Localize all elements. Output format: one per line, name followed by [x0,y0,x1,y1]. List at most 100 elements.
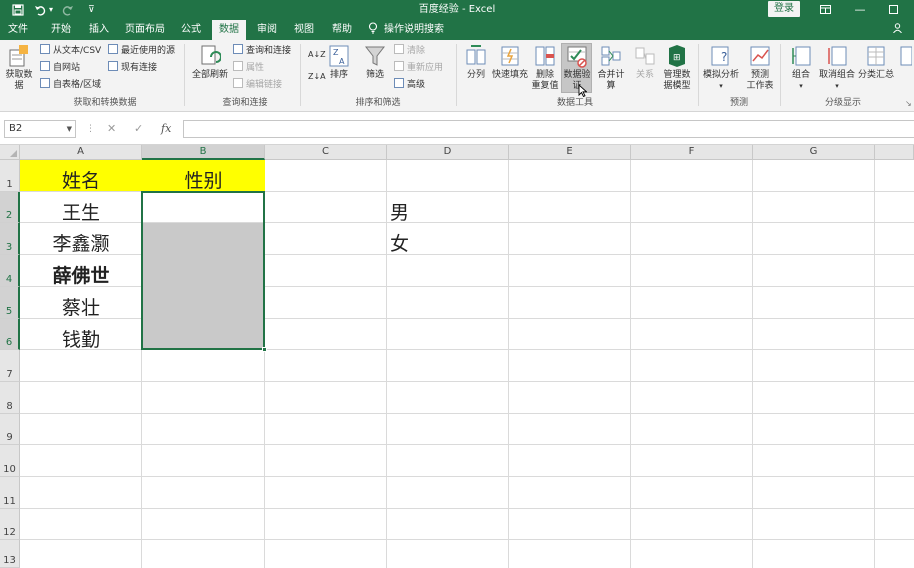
share-button[interactable]: 共 [893,20,914,55]
subtotal-label: 分类汇总 [858,70,895,80]
properties-button[interactable]: 属性 [233,61,264,75]
undo-dropdown-icon[interactable]: ▾ [49,0,53,20]
flash-fill-button[interactable]: 快速填充 [492,44,528,81]
what-if-label: 模拟分析 [702,70,739,80]
cell-a4[interactable]: 薛佛世 [20,261,142,287]
relationships-button[interactable]: 关系 [632,44,658,81]
cell-d2[interactable]: 男 [390,198,500,224]
consolidate-button[interactable]: 合并计算 [594,44,628,92]
outline-more-icon[interactable] [898,44,913,70]
text-to-columns-button[interactable]: 分列 [462,44,490,81]
reapply-button[interactable]: 重新应用 [394,61,443,75]
tab-help[interactable]: 帮助 [326,20,358,40]
manage-data-model-button[interactable]: ⊞ 管理数 据模型 [660,44,694,92]
text-to-columns-icon [465,44,487,68]
gridline [20,539,914,540]
name-box-dropdown-icon[interactable]: ▼ [67,121,72,137]
svg-text:?: ? [721,50,727,64]
tab-view[interactable]: 视图 [288,20,320,40]
redo-icon[interactable] [62,0,74,20]
row-header-12[interactable]: 12 [0,509,20,540]
cancel-icon[interactable]: ✕ [107,121,116,137]
row-header-11[interactable]: 11 [0,477,20,509]
tab-review[interactable]: 审阅 [252,20,282,40]
tab-home[interactable]: 开始 [46,20,76,40]
ungroup-button[interactable]: 取消组合 ▾ [818,44,856,92]
subtotal-button[interactable]: 分类汇总 [858,44,894,81]
group-button[interactable]: 组合 ▾ [786,44,816,92]
column-header-a[interactable]: A [20,145,142,160]
ribbon-display-icon[interactable] [810,0,840,20]
row-header-6[interactable]: 6 [0,319,20,350]
refresh-all-button[interactable]: 全部刷新 [190,44,230,81]
group-btn-label: 组合 [791,70,810,80]
column-header-d[interactable]: D [387,145,509,160]
column-header-e[interactable]: E [509,145,631,160]
column-header-f[interactable]: F [631,145,753,160]
existing-connections-button[interactable]: 现有连接 [108,61,157,75]
tab-insert[interactable]: 插入 [84,20,114,40]
row-header-7[interactable]: 7 [0,350,20,382]
queries-connections-label: 查询和连接 [246,46,292,56]
from-table-button[interactable]: 自表格/区域 [40,78,101,92]
from-text-csv-button[interactable]: 从文本/CSV [40,44,101,58]
maximize-icon[interactable] [878,0,908,20]
sort-button[interactable]: ZA 排序 [326,44,352,81]
advanced-filter-button[interactable]: 高级 [394,78,425,92]
column-header-g[interactable]: G [753,145,875,160]
dialog-launcher-icon[interactable]: ↘ [905,97,912,111]
ungroup-label: 取消组合 [818,70,855,80]
select-all-button[interactable] [0,145,20,160]
save-icon[interactable] [12,0,24,20]
data-validation-button[interactable]: 数据验 证 [562,44,592,92]
gridline [20,476,914,477]
cell-a1[interactable]: 姓名 [20,166,142,192]
cell-a6[interactable]: 钱勤 [20,325,142,351]
remove-duplicates-button[interactable]: 删除 重复值 [530,44,560,92]
column-header-c[interactable]: C [265,145,387,160]
login-button[interactable]: 登录 [768,1,800,17]
row-header-9[interactable]: 9 [0,414,20,445]
cell-d3[interactable]: 女 [390,229,500,255]
worksheet-grid: A B C D E F G 1 2 3 4 5 6 7 8 9 10 11 12… [0,145,914,568]
what-if-button[interactable]: ? 模拟分析 ▾ [702,44,740,92]
tab-page-layout[interactable]: 页面布局 [122,20,168,40]
filter-button[interactable]: 筛选 [362,44,388,81]
formula-input[interactable] [183,120,914,138]
enter-icon[interactable]: ✓ [134,121,143,137]
row-header-13[interactable]: 13 [0,540,20,568]
customize-icon[interactable]: ⊽ [88,0,95,20]
column-header-b[interactable]: B [142,145,265,160]
clear-filter-button[interactable]: 清除 [394,44,425,58]
fill-handle[interactable] [262,347,267,352]
row-header-5[interactable]: 5 [0,287,20,319]
row-header-1[interactable]: 1 [0,160,20,192]
edit-links-button[interactable]: 编辑链接 [233,78,282,92]
tab-file[interactable]: 文件 [4,20,32,40]
cell-a3[interactable]: 李鑫灏 [20,229,142,255]
row-header-2[interactable]: 2 [0,192,20,223]
insert-function-icon[interactable]: fx [161,121,171,137]
undo-icon[interactable] [34,0,46,20]
tab-data[interactable]: 数据 [212,20,246,40]
queries-connections-button[interactable]: 查询和连接 [233,44,291,58]
column-header-h[interactable] [875,145,914,160]
cell-a2[interactable]: 王生 [20,198,142,224]
tell-me-search[interactable]: 操作说明搜索 [384,20,450,40]
sort-za-icon[interactable]: Z↓A [308,70,326,84]
recent-sources-button[interactable]: 最近使用的源 [108,44,175,58]
row-header-8[interactable]: 8 [0,382,20,414]
from-web-button[interactable]: 自网站 [40,61,80,75]
cell-b1[interactable]: 性别 [142,166,265,192]
name-box[interactable]: B2 ▼ [4,120,76,138]
forecast-sheet-button[interactable]: 预测 工作表 [744,44,776,92]
sort-az-icon[interactable]: A↓Z [308,48,326,62]
row-header-4[interactable]: 4 [0,255,20,287]
tab-formulas[interactable]: 公式 [175,20,207,40]
minimize-icon[interactable]: — [845,0,875,20]
cell-a5[interactable]: 蔡壮 [20,293,142,319]
row-header-10[interactable]: 10 [0,445,20,477]
get-data-button[interactable]: 获取数 据 [4,44,34,92]
row-header-3[interactable]: 3 [0,223,20,255]
data-validation-icon [566,44,588,68]
